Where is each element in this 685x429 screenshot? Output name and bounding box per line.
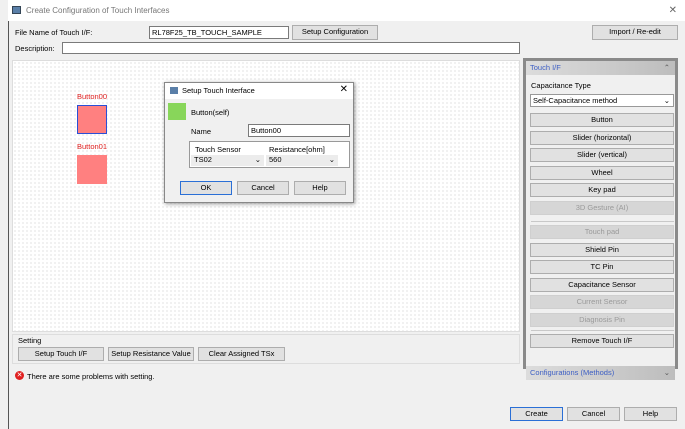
panel-button-current-sensor: Current Sensor [530,295,674,309]
touch-if-header[interactable]: Touch I/F ⌃ [526,61,675,75]
touch-sensor-header: Touch Sensor [195,145,241,154]
setup-configuration-button[interactable]: Setup Configuration [292,25,378,40]
setup-touch-if-button[interactable]: Setup Touch I/F [18,347,104,361]
panel-button-touch-pad: Touch pad [530,225,674,239]
panel-button-wheel[interactable]: Wheel [530,166,674,180]
create-button[interactable]: Create [510,407,563,421]
configurations-title: Configurations (Methods) [530,368,615,377]
description-input[interactable] [62,42,520,54]
panel-button-remove-touch-i-f[interactable]: Remove Touch I/F [530,334,674,348]
name-input[interactable]: Button00 [248,124,350,137]
help-button[interactable]: Help [624,407,677,421]
dialog-close-icon[interactable]: ✕ [340,84,348,95]
touch-sensor-select[interactable]: TS02 ⌄ [191,155,264,166]
touch-if-title: Touch I/F [530,63,561,72]
button00-pad[interactable] [77,105,107,134]
name-label: Name [191,127,212,136]
resistance-select[interactable]: 560 ⌄ [266,155,338,166]
error-icon: ✕ [15,371,24,380]
chevron-down-icon: ⌄ [663,96,670,105]
app-icon [12,6,21,14]
capacitance-type-value: Self-Capacitance method [533,96,618,105]
description-label: Description: [15,44,55,53]
panel-button-tc-pin[interactable]: TC Pin [530,260,674,274]
dialog-icon [170,87,178,94]
error-message: There are some problems with setting. [27,372,155,381]
type-color-swatch [168,103,186,120]
setup-touch-interface-dialog: Setup Touch Interface ✕ Button(self) Nam… [164,82,354,203]
panel-button-shield-pin[interactable]: Shield Pin [530,243,674,257]
type-label: Button(self) [191,108,230,117]
panel-button-capacitance-sensor[interactable]: Capacitance Sensor [530,278,674,292]
button01-label: Button01 [77,142,108,151]
touch-if-panel: Touch I/F ⌃ Capacitance Type Self-Capacit… [523,58,678,380]
divider [531,330,674,331]
touch-sensor-value: TS02 [194,155,212,164]
dialog-help-button[interactable]: Help [294,181,346,195]
dialog-ok-button[interactable]: OK [180,181,232,195]
resistance-value: 560 [269,155,282,164]
clear-assigned-tsx-button[interactable]: Clear Assigned TSx [198,347,285,361]
expand-icon[interactable]: ⌄ [664,366,670,380]
chevron-down-icon: ⌄ [254,155,261,164]
panel-button-slider-horizontal[interactable]: Slider (horizontal) [530,131,674,145]
sensor-table: Touch Sensor Resistance[ohm] TS02 ⌄ 560 ⌄ [189,141,350,168]
panel-button-3d-gesture-ai: 3D Gesture (AI) [530,201,674,215]
close-icon[interactable]: ✕ [669,0,677,21]
file-name-label: File Name of Touch I/F: [15,28,93,37]
chevron-down-icon: ⌄ [328,155,335,164]
import-reedit-button[interactable]: Import / Re-edit [592,25,678,40]
panel-button-button[interactable]: Button [530,113,674,127]
window-title: Create Configuration of Touch Interfaces [26,6,170,15]
capacitance-type-label: Capacitance Type [531,81,591,90]
setting-title: Setting [18,336,42,345]
resistance-header: Resistance[ohm] [269,145,325,154]
cancel-button[interactable]: Cancel [567,407,620,421]
dialog-cancel-button[interactable]: Cancel [237,181,289,195]
panel-button-key-pad[interactable]: Key pad [530,183,674,197]
panel-button-diagnosis-pin: Diagnosis Pin [530,313,674,327]
capacitance-type-select[interactable]: Self-Capacitance method ⌄ [530,94,674,107]
button01-pad[interactable] [77,155,107,184]
title-bar: Create Configuration of Touch Interfaces… [8,0,685,21]
configurations-header[interactable]: Configurations (Methods) ⌄ [526,366,675,380]
setup-resistance-button[interactable]: Setup Resistance Value [108,347,194,361]
panel-button-slider-vertical[interactable]: Slider (vertical) [530,148,674,162]
dialog-title: Setup Touch Interface [182,86,255,95]
dialog-title-bar: Setup Touch Interface ✕ [165,83,353,99]
button00-label: Button00 [77,92,108,101]
file-name-input[interactable]: RL78F25_TB_TOUCH_SAMPLE [149,26,289,39]
divider [531,221,674,222]
collapse-icon[interactable]: ⌃ [664,61,670,75]
